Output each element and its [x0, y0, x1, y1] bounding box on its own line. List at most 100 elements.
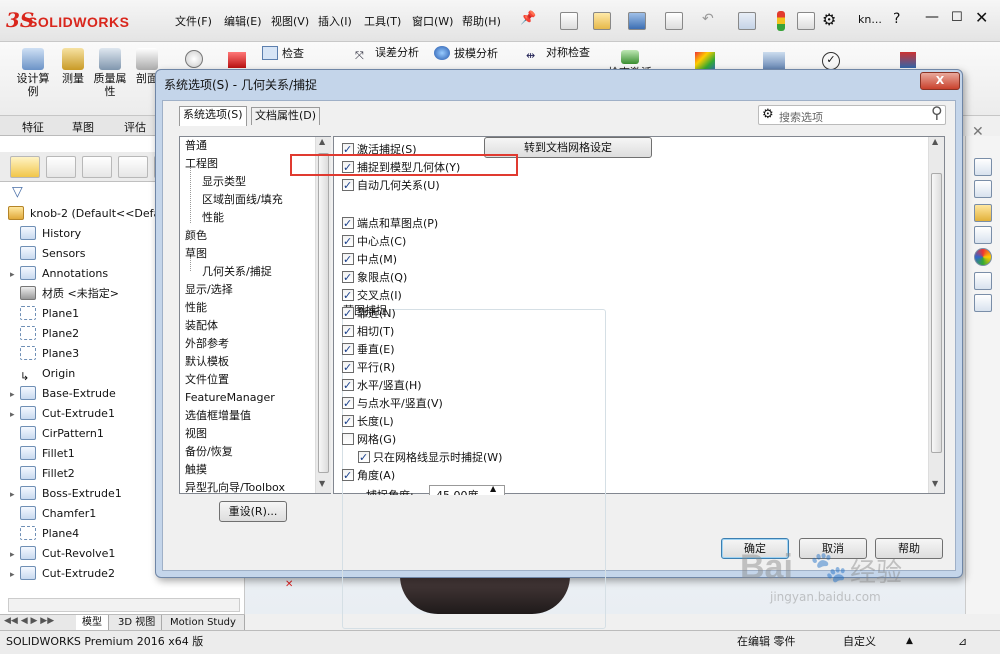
symmetry-check-button[interactable]: ⇹ 对称检查	[526, 46, 606, 63]
snap-endpoints-checkbox[interactable]: 端点和草图点(P)	[342, 215, 438, 232]
tab-3d-view[interactable]: 3D 视图	[112, 615, 163, 631]
nav-drawing-performance[interactable]: 性能	[202, 209, 224, 227]
units-selector[interactable]: 自定义	[843, 631, 876, 653]
tree-item-boss-extrude1[interactable]: ▸ Boss-Extrude1	[10, 484, 122, 504]
nav-file-locations[interactable]: 文件位置	[185, 371, 229, 389]
checkbox-box[interactable]	[342, 359, 354, 376]
tree-item-plane4[interactable]: Plane4	[10, 524, 79, 544]
checkbox-box[interactable]	[342, 305, 354, 322]
feature-tree-tab[interactable]	[10, 156, 40, 178]
automatic-relations-checkbox[interactable]: 自动几何关系(U)	[342, 177, 440, 194]
checkbox-box[interactable]	[342, 341, 354, 358]
measure-button[interactable]: 测量	[58, 48, 88, 85]
menu-help[interactable]: 帮助(H)	[462, 13, 501, 29]
pin-icon[interactable]: 📌	[520, 11, 536, 26]
menu-file[interactable]: 文件(F)	[175, 13, 212, 29]
checkbox-box[interactable]	[342, 269, 354, 286]
checkbox-box[interactable]	[342, 215, 354, 232]
nav-spin-box-increments[interactable]: 选值框增量值	[185, 407, 251, 425]
tab-sketch[interactable]: 草图	[72, 119, 94, 135]
snap-only-when-grid-displayed-checkbox[interactable]: 只在网格线显示时捕捉(W)	[358, 449, 502, 466]
tree-item-base-extrude[interactable]: ▸ Base-Extrude	[10, 384, 116, 404]
open-file-icon[interactable]	[593, 12, 611, 30]
nav-hole-wizard-toolbox[interactable]: 异型孔向导/Toolbox	[185, 479, 285, 493]
help-icon[interactable]: ?	[893, 11, 900, 27]
check-button[interactable]: 检查	[262, 46, 322, 60]
nav-relations-snaps[interactable]: 几何关系/捕捉	[202, 263, 272, 281]
minimize-icon[interactable]: —	[925, 9, 939, 25]
checkbox-box[interactable]	[342, 377, 354, 394]
compare-icon[interactable]	[900, 52, 916, 68]
scroll-down-icon[interactable]: ▼	[932, 479, 938, 488]
tree-item-plane3[interactable]: Plane3	[10, 344, 79, 364]
dialog-close-button[interactable]: X	[920, 72, 960, 90]
snap-nearest-checkbox[interactable]: 靠近(N)	[342, 305, 396, 322]
tree-item-cut-extrude2[interactable]: ▸ Cut-Extrude2	[10, 564, 115, 584]
view-palette-icon[interactable]	[974, 226, 992, 244]
undo-icon[interactable]: ↶	[702, 11, 714, 27]
scroll-up-icon[interactable]: ▲	[319, 137, 325, 146]
menu-window[interactable]: 窗口(W)	[412, 13, 453, 29]
snap-grid-checkbox[interactable]: 网格(G)	[342, 431, 396, 448]
appearances-icon[interactable]	[974, 248, 992, 266]
tree-item-material[interactable]: 材质 <未指定>	[10, 284, 119, 304]
nav-area-hatch[interactable]: 区域剖面线/填充	[202, 191, 283, 209]
menu-insert[interactable]: 插入(I)	[318, 13, 352, 29]
scroll-up-icon[interactable]: ▲	[932, 137, 938, 146]
nav-general[interactable]: 普通	[185, 137, 207, 155]
nav-view[interactable]: 视图	[185, 425, 207, 443]
snap-hv-to-points-checkbox[interactable]: 与点水平/竖直(V)	[342, 395, 443, 412]
nav-performance[interactable]: 性能	[185, 299, 207, 317]
file-explorer-icon[interactable]	[974, 204, 992, 222]
content-scroll-thumb[interactable]	[931, 173, 942, 453]
tab-model[interactable]: 模型	[76, 615, 109, 631]
deviation-analysis-button[interactable]: ⤧ 误差分析	[355, 46, 435, 63]
nav-external-references[interactable]: 外部参考	[185, 335, 229, 353]
scroll-down-icon[interactable]: ▼	[319, 479, 325, 488]
dimxpert-tab[interactable]	[118, 156, 148, 178]
tree-item-cirpattern1[interactable]: CirPattern1	[10, 424, 104, 444]
tree-item-sensors[interactable]: Sensors	[10, 244, 85, 264]
search-icon[interactable]: ⚲	[931, 103, 943, 122]
search-options-input[interactable]: ⚙ 搜索选项	[758, 105, 946, 125]
nav-assemblies[interactable]: 装配体	[185, 317, 218, 335]
checkbox-box[interactable]	[342, 251, 354, 268]
tab-document-properties[interactable]: 文档属性(D)	[251, 107, 321, 125]
sensor-icon[interactable]	[185, 50, 203, 68]
nav-backup-recover[interactable]: 备份/恢复	[185, 443, 233, 461]
units-dropdown-icon[interactable]: ▲	[906, 630, 913, 652]
nav-display-selection[interactable]: 显示/选择	[185, 281, 233, 299]
nav-display-type[interactable]: 显示类型	[202, 173, 246, 191]
snap-quadrant-checkbox[interactable]: 象限点(Q)	[342, 269, 407, 286]
snap-perpendicular-checkbox[interactable]: 垂直(E)	[342, 341, 395, 358]
forum-icon[interactable]	[974, 294, 992, 312]
snap-parallel-checkbox[interactable]: 平行(R)	[342, 359, 395, 376]
home-icon[interactable]	[974, 158, 992, 176]
menu-tools[interactable]: 工具(T)	[364, 13, 401, 29]
snap-intersections-checkbox[interactable]: 交叉点(I)	[342, 287, 402, 304]
check-mark-icon[interactable]: ✓	[822, 52, 840, 70]
close-icon[interactable]: ✕	[975, 8, 988, 27]
custom-properties-icon[interactable]	[974, 272, 992, 290]
tree-item-chamfer1[interactable]: Chamfer1	[10, 504, 96, 524]
tree-item-cut-extrude1[interactable]: ▸ Cut-Extrude1	[10, 404, 115, 424]
nav-touch[interactable]: 触摸	[185, 461, 207, 479]
tree-item-history[interactable]: History	[10, 224, 81, 244]
tree-horizontal-scrollbar[interactable]	[8, 598, 240, 612]
checkbox-box[interactable]	[342, 233, 354, 250]
checkbox-box[interactable]	[342, 395, 354, 412]
maximize-icon[interactable]: ☐	[951, 10, 963, 25]
reset-button[interactable]: 重设(R)...	[219, 501, 287, 522]
checkbox-box[interactable]	[342, 177, 354, 194]
resize-grip-icon[interactable]: ⊿	[958, 631, 967, 653]
new-file-icon[interactable]	[560, 12, 578, 30]
tree-item-plane2[interactable]: Plane2	[10, 324, 79, 344]
checkbox-box[interactable]	[342, 413, 354, 430]
close-pane-icon[interactable]: ✕	[972, 124, 984, 140]
snap-angle-checkbox[interactable]: 角度(A)	[342, 467, 395, 484]
nav-default-templates[interactable]: 默认模板	[185, 353, 229, 371]
nav-colors[interactable]: 颜色	[185, 227, 207, 245]
tree-item-fillet2[interactable]: Fillet2	[10, 464, 75, 484]
nav-featuremanager[interactable]: FeatureManager	[185, 389, 275, 407]
tab-system-options[interactable]: 系统选项(S)	[179, 106, 247, 126]
